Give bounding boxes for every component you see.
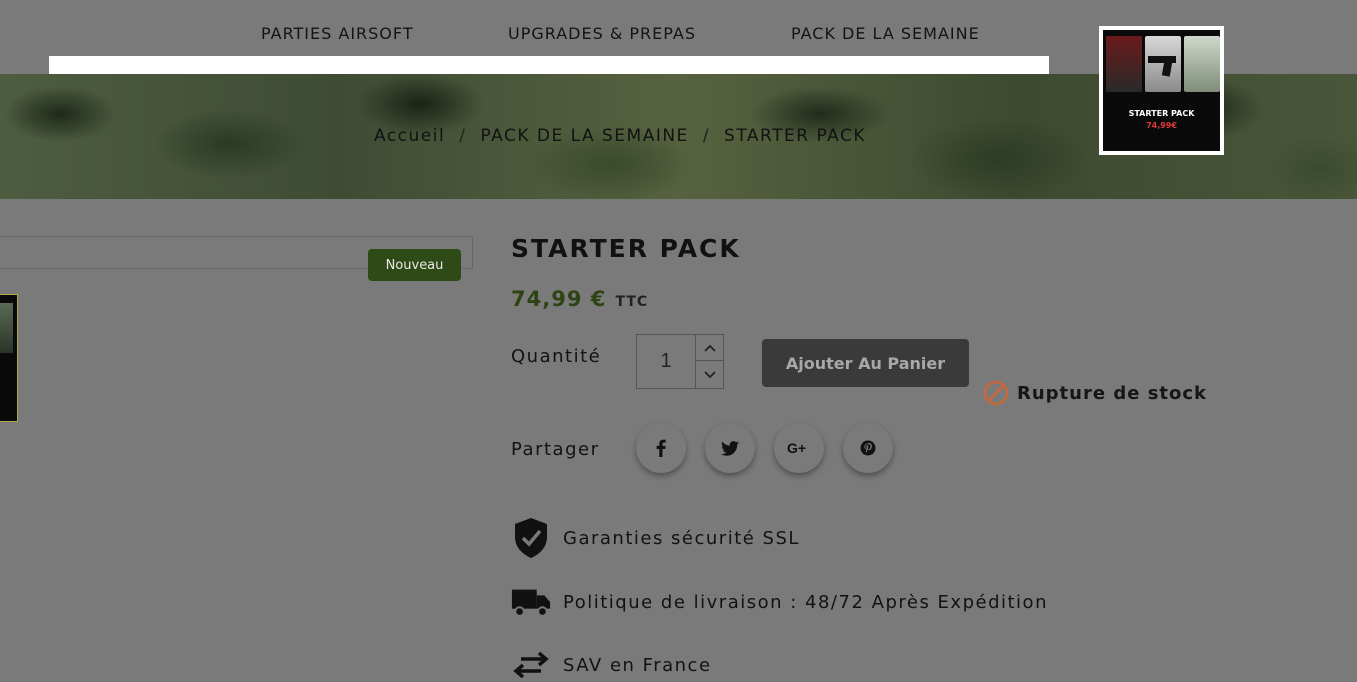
- reassurance-item-ssl: Garanties sécurité SSL: [511, 518, 800, 558]
- pistol-icon: [1148, 56, 1176, 77]
- breadcrumb-separator: /: [702, 126, 711, 146]
- promo-image[interactable]: STARTER PACK 74,99€: [1099, 26, 1224, 155]
- breadcrumb-separator: /: [459, 126, 467, 146]
- share-twitter-button[interactable]: [705, 423, 755, 473]
- unavailable-icon: [983, 380, 1009, 406]
- new-badge: Nouveau: [368, 249, 461, 281]
- product-title: STARTER PACK: [511, 234, 741, 263]
- svg-text:G+: G+: [787, 440, 806, 456]
- quantity-stepper: [636, 334, 724, 389]
- stock-status: Rupture de stock: [983, 380, 1207, 406]
- product-price: 74,99 €: [511, 287, 607, 311]
- promo-price: 74,99€: [1146, 121, 1177, 130]
- share-pinterest-button[interactable]: [843, 423, 893, 473]
- share-label: Partager: [511, 439, 600, 460]
- facebook-icon: [656, 439, 666, 457]
- breadcrumb-current: STARTER PACK: [724, 126, 866, 146]
- google-plus-icon: G+: [787, 440, 806, 456]
- pinterest-icon: [860, 440, 876, 456]
- quantity-decrease-button[interactable]: [696, 362, 723, 388]
- promo-product-bbs-icon: [1184, 36, 1220, 92]
- twitter-icon: [721, 440, 739, 456]
- promo-product-gas-icon: [1106, 36, 1142, 92]
- gallery-thumbnail[interactable]: [0, 294, 18, 422]
- reassurance-text: SAV en France: [563, 654, 712, 676]
- promo-image-content: STARTER PACK 74,99€: [1103, 30, 1220, 151]
- chevron-down-icon: [703, 371, 716, 379]
- share-facebook-button[interactable]: [636, 423, 686, 473]
- breadcrumb: Accueil / PACK DE LA SEMAINE / STARTER P…: [374, 126, 866, 146]
- price-row: 74,99 € TTC: [511, 287, 648, 311]
- nav-item-parties-airsoft[interactable]: PARTIES AIRSOFT: [261, 24, 414, 43]
- reassurance-text: Garanties sécurité SSL: [563, 527, 800, 549]
- breadcrumb-home[interactable]: Accueil: [374, 126, 445, 146]
- quantity-input[interactable]: [637, 335, 696, 388]
- add-to-cart-button[interactable]: Ajouter Au Panier: [762, 339, 969, 387]
- shield-check-icon: [511, 518, 551, 558]
- tax-label: TTC: [615, 294, 649, 310]
- nav-item-upgrades-prepas[interactable]: UPGRADES & PREPAS: [508, 24, 696, 43]
- nav-item-pack-de-la-semaine[interactable]: PACK DE LA SEMAINE: [791, 24, 980, 43]
- reassurance-item-sav: SAV en France: [511, 645, 712, 682]
- share-google-plus-button[interactable]: G+: [774, 423, 824, 473]
- swap-arrows-icon: [511, 645, 551, 682]
- breadcrumb-category[interactable]: PACK DE LA SEMAINE: [480, 126, 688, 146]
- stock-status-text: Rupture de stock: [1017, 382, 1208, 404]
- promo-product-pistol-icon: [1145, 36, 1181, 92]
- quantity-label: Quantité: [511, 346, 602, 367]
- promo-title: STARTER PACK: [1128, 109, 1195, 118]
- chevron-up-icon: [703, 344, 716, 352]
- truck-icon: [511, 582, 551, 622]
- quantity-increase-button[interactable]: [696, 335, 723, 361]
- thumbnail-image: [0, 303, 13, 353]
- reassurance-item-delivery: Politique de livraison : 48/72 Après Exp…: [511, 582, 1048, 622]
- reassurance-text: Politique de livraison : 48/72 Après Exp…: [563, 591, 1048, 613]
